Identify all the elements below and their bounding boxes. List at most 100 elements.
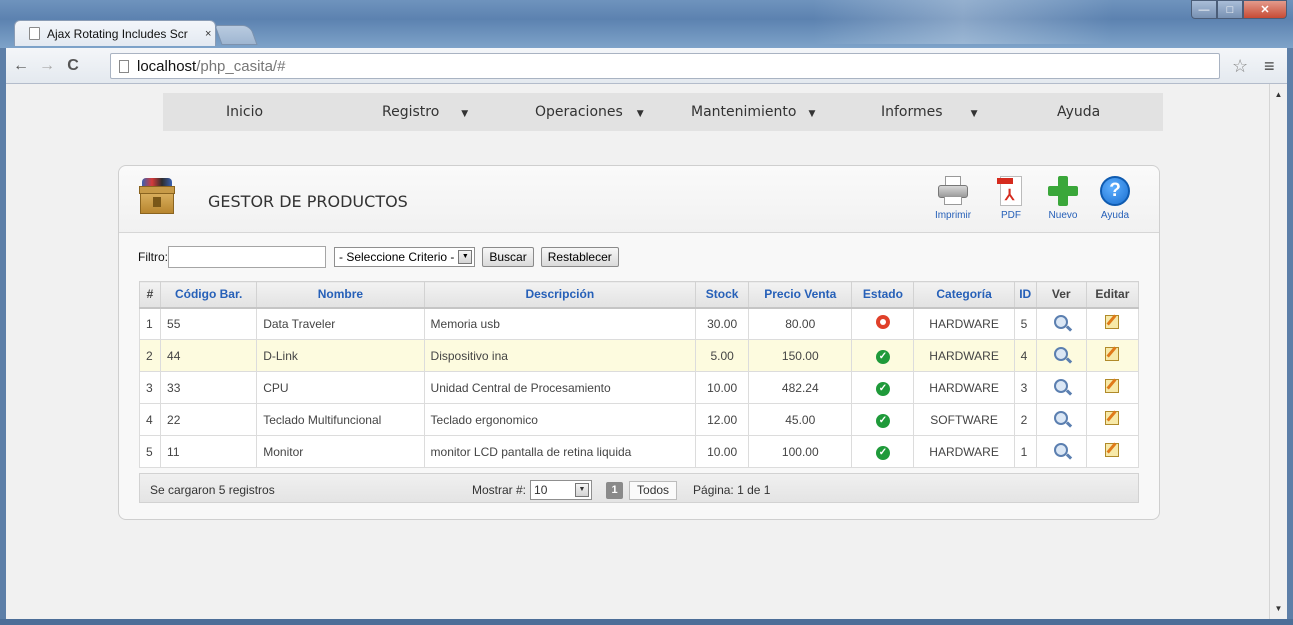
cell-estado: ✓ [851, 339, 915, 372]
rows-per-page-label: Mostrar #: [472, 483, 527, 497]
pdf-button[interactable]: ⅄ PDF [989, 176, 1033, 221]
edit-pencil-icon[interactable] [1105, 315, 1120, 330]
edit-pencil-icon[interactable] [1105, 347, 1120, 361]
bookmark-star-icon[interactable]: ☆ [1232, 56, 1248, 77]
cell-id: 1 [1013, 435, 1037, 468]
print-button[interactable]: Imprimir [931, 176, 975, 221]
cell-editar [1085, 403, 1140, 436]
close-window-button[interactable]: ✕ [1243, 0, 1287, 19]
pdf-icon: ⅄ [997, 176, 1022, 206]
cell-stock: 10.00 [695, 371, 750, 404]
col-header-precio[interactable]: Precio Venta [748, 281, 853, 309]
cell-categoria: HARDWARE [913, 307, 1015, 340]
cell-nombre: CPU [256, 371, 425, 404]
col-header-stock[interactable]: Stock [695, 281, 750, 309]
page-viewport: Inicio Registro ▼ Operaciones ▼ Mantenimie… [6, 84, 1269, 619]
new-tab-button[interactable] [214, 25, 258, 45]
address-path: /php_casita/# [196, 57, 286, 75]
page-1-button[interactable]: 1 [606, 481, 624, 499]
criteria-select[interactable]: - Seleccione Criterio - ▼ [334, 247, 476, 267]
cell-categoria: HARDWARE [913, 435, 1015, 468]
chevron-down-icon: ▼ [575, 483, 590, 497]
cell-descripcion: Teclado ergonomico [423, 403, 697, 436]
tab-close-icon[interactable]: × [205, 28, 211, 40]
cell-index: 4 [138, 403, 162, 436]
cell-codigo: 44 [160, 339, 258, 372]
table-row[interactable]: 3 33 CPU Unidad Central de Procesamiento 10.… [138, 371, 1140, 404]
cell-descripcion: Memoria usb [423, 307, 697, 340]
help-icon: ? [1100, 176, 1130, 206]
cell-id: 4 [1013, 339, 1037, 372]
cell-estado: ✓ [851, 371, 915, 404]
cell-nombre: Data Traveler [256, 307, 425, 340]
vertical-scrollbar[interactable]: ▲ ▼ [1269, 84, 1287, 619]
reload-icon[interactable]: C [62, 57, 84, 75]
scroll-up-icon[interactable]: ▲ [1270, 90, 1287, 99]
address-bar[interactable]: localhost/php_casita/# [110, 53, 1220, 79]
menu-item-informes[interactable]: Informes ▼ [881, 104, 977, 120]
view-magnifier-icon[interactable] [1054, 411, 1069, 425]
col-header-codigo[interactable]: Código Bar. [160, 281, 258, 309]
view-magnifier-icon[interactable] [1054, 347, 1069, 361]
col-header-estado[interactable]: Estado [851, 281, 915, 309]
pdf-label: PDF [1001, 210, 1021, 221]
edit-pencil-icon[interactable] [1105, 379, 1120, 393]
panel-header: GESTOR DE PRODUCTOS Imprimir ⅄ PDF Nuevo… [119, 166, 1159, 233]
table-body: 1 55 Data Traveler Memoria usb 30.00 80.00 HAR… [138, 307, 1140, 468]
app-navbar: Inicio Registro ▼ Operaciones ▼ Mantenimie… [163, 93, 1163, 131]
table-row[interactable]: 4 22 Teclado Multifuncional Teclado ergonom… [138, 403, 1140, 436]
rows-per-page-select[interactable]: 10 ▼ [530, 480, 593, 500]
reset-button[interactable]: Restablecer [540, 247, 619, 267]
cell-precio: 45.00 [748, 403, 853, 436]
cell-stock: 30.00 [695, 307, 750, 340]
chevron-down-icon: ▼ [636, 109, 644, 119]
edit-pencil-icon[interactable] [1105, 411, 1120, 425]
edit-pencil-icon[interactable] [1105, 443, 1120, 457]
col-header-descripcion[interactable]: Descripción [423, 281, 697, 309]
maximize-button[interactable]: □ [1217, 0, 1243, 19]
filter-input[interactable] [168, 246, 326, 268]
cell-categoria: HARDWARE [913, 371, 1015, 404]
cell-stock: 10.00 [695, 435, 750, 468]
products-panel: GESTOR DE PRODUCTOS Imprimir ⅄ PDF Nuevo… [118, 165, 1160, 520]
table-row[interactable]: 1 55 Data Traveler Memoria usb 30.00 80.00 HAR… [138, 307, 1140, 340]
products-table: # Código Bar. Nombre Descripción Stock P… [138, 281, 1140, 468]
help-button[interactable]: ? Ayuda [1093, 176, 1137, 221]
col-header-id[interactable]: ID [1013, 281, 1037, 309]
menu-item-registro[interactable]: Registro ▼ [382, 104, 468, 120]
col-header-nombre[interactable]: Nombre [256, 281, 425, 309]
status-active-icon: ✓ [875, 445, 890, 460]
scroll-down-icon[interactable]: ▼ [1270, 604, 1287, 613]
cell-id: 3 [1013, 371, 1037, 404]
back-arrow-icon[interactable]: ← [10, 57, 32, 75]
menu-item-mantenimiento[interactable]: Mantenimiento ▼ [691, 104, 815, 120]
cell-estado: ✓ [851, 403, 915, 436]
minimize-button[interactable]: — [1191, 0, 1217, 19]
page-title: GESTOR DE PRODUCTOS [208, 192, 408, 211]
view-magnifier-icon[interactable] [1054, 443, 1069, 457]
browser-menu-icon[interactable]: ≡ [1264, 56, 1275, 77]
record-count: Se cargaron 5 registros [150, 483, 275, 497]
search-button[interactable]: Buscar [482, 247, 534, 267]
cell-editar [1085, 339, 1140, 372]
browser-tab[interactable]: Ajax Rotating Includes Scr × [14, 20, 216, 46]
page-icon [119, 59, 129, 73]
cell-codigo: 33 [160, 371, 258, 404]
cell-index: 2 [138, 339, 162, 372]
menu-item-operaciones[interactable]: Operaciones ▼ [535, 104, 644, 120]
menu-item-ayuda[interactable]: Ayuda [1057, 104, 1100, 120]
table-row[interactable]: 2 44 D-Link Dispositivo ina 5.00 150.00 ✓ HARDW… [138, 339, 1140, 372]
menu-item-inicio[interactable]: Inicio [226, 104, 263, 120]
cell-ver [1035, 403, 1087, 436]
view-magnifier-icon[interactable] [1054, 379, 1069, 393]
view-magnifier-icon[interactable] [1054, 315, 1069, 330]
rows-per-page-value: 10 [534, 483, 548, 497]
new-button[interactable]: Nuevo [1041, 176, 1085, 221]
cell-ver [1035, 339, 1087, 372]
col-header-categoria[interactable]: Categoría [913, 281, 1015, 309]
cell-editar [1085, 371, 1140, 404]
table-row[interactable]: 5 11 Monitor monitor LCD pantalla de retina… [138, 435, 1140, 468]
forward-arrow-icon[interactable]: → [36, 57, 58, 75]
cell-codigo: 11 [160, 435, 258, 468]
show-all-button[interactable]: Todos [629, 480, 678, 500]
